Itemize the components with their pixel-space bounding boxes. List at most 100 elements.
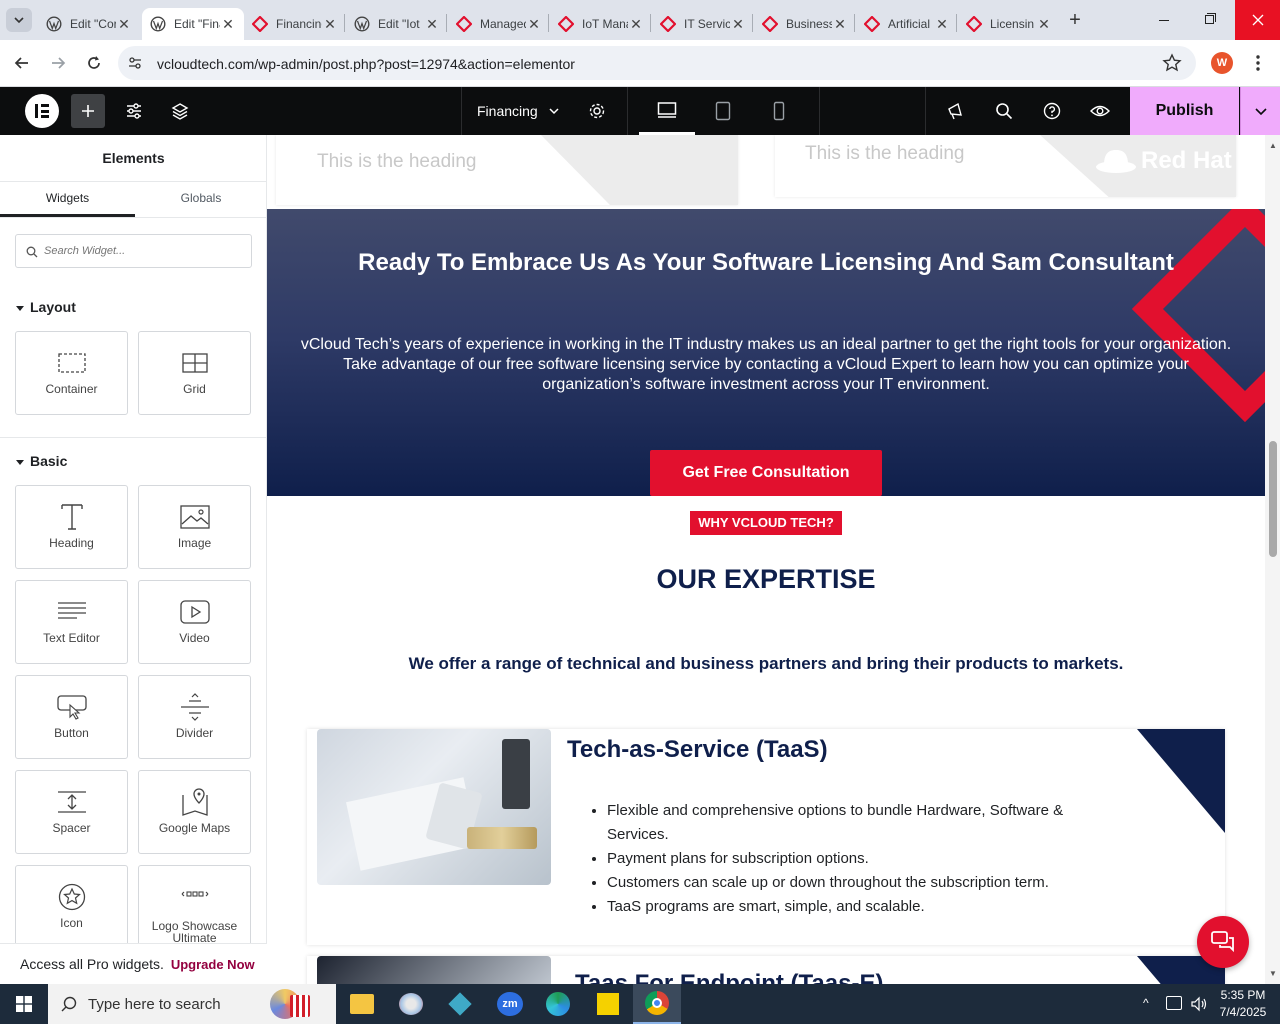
- browser-tab[interactable]: Edit "Iot ✕: [346, 8, 448, 40]
- publish-options-button[interactable]: [1240, 87, 1280, 135]
- desktop-view-button[interactable]: [639, 87, 695, 135]
- start-button[interactable]: [0, 984, 48, 1024]
- browser-tab[interactable]: Business ✕: [754, 8, 856, 40]
- browser-tab[interactable]: Financing✕: [244, 8, 346, 40]
- browser-tab[interactable]: Edit "Fina✕: [142, 8, 244, 40]
- upgrade-now-link[interactable]: Upgrade Now: [171, 957, 255, 972]
- taskbar-app-icon[interactable]: [448, 992, 472, 1016]
- browser-tab[interactable]: Managed ✕: [448, 8, 550, 40]
- card-corner-decoration: [1137, 729, 1225, 833]
- close-tab-icon[interactable]: ✕: [1036, 16, 1052, 33]
- reload-button[interactable]: [84, 53, 104, 73]
- widget-heading[interactable]: Heading: [15, 485, 128, 569]
- star-icon: [58, 883, 85, 911]
- layout-section-toggle[interactable]: Layout: [16, 299, 76, 315]
- minimize-button[interactable]: [1150, 8, 1178, 32]
- back-button[interactable]: [12, 53, 32, 73]
- restore-button[interactable]: [1196, 8, 1224, 32]
- page-name-dropdown[interactable]: Financing: [470, 87, 570, 135]
- chat-widget-button[interactable]: [1197, 916, 1249, 968]
- widget-grid[interactable]: Grid: [138, 331, 251, 415]
- heading-icon: [60, 504, 83, 530]
- site-info-icon[interactable]: [127, 55, 143, 71]
- widget-logo-showcase[interactable]: Logo Showcase Ultimate: [138, 865, 251, 949]
- browser-menu-icon[interactable]: [1250, 53, 1266, 73]
- site-settings-button[interactable]: [118, 87, 150, 135]
- elementor-logo-button[interactable]: [24, 87, 60, 135]
- tablet-view-button[interactable]: [695, 87, 751, 135]
- finder-button[interactable]: [988, 87, 1020, 135]
- file-explorer-icon[interactable]: [350, 994, 374, 1014]
- url-text[interactable]: vcloudtech.com/wp-admin/post.php?post=12…: [157, 56, 575, 72]
- volume-icon[interactable]: [1190, 995, 1208, 1013]
- close-tab-icon[interactable]: ✕: [322, 16, 338, 33]
- tab-search-button[interactable]: [6, 8, 32, 32]
- page-settings-button[interactable]: [582, 87, 612, 135]
- canvas-scrollbar[interactable]: ▲ ▼: [1265, 135, 1280, 984]
- preview-button[interactable]: [1084, 87, 1116, 135]
- clock-date[interactable]: 7/4/2025: [1214, 1005, 1272, 1019]
- widget-search-input[interactable]: [44, 241, 244, 261]
- tab-globals[interactable]: Globals: [135, 182, 267, 217]
- search-icon: [61, 996, 77, 1012]
- browser-tab[interactable]: Licensin ✕: [958, 8, 1060, 40]
- scrollbar-thumb[interactable]: [1269, 441, 1277, 557]
- clock-time[interactable]: 5:35 PM: [1214, 988, 1272, 1002]
- widget-label: Logo Showcase Ultimate: [151, 919, 238, 945]
- browser-tab[interactable]: IoT Mana ✕: [550, 8, 652, 40]
- add-element-button[interactable]: [71, 94, 105, 128]
- close-tab-icon[interactable]: ✕: [730, 16, 746, 33]
- finance-photo: [317, 729, 551, 885]
- whats-new-button[interactable]: [940, 87, 972, 135]
- browser-tab[interactable]: IT Servic ✕: [652, 8, 754, 40]
- widget-container[interactable]: Container: [15, 331, 128, 415]
- browser-tab[interactable]: Artificial ✕: [856, 8, 958, 40]
- sticky-notes-icon[interactable]: [597, 993, 619, 1015]
- forward-button[interactable]: [48, 53, 68, 73]
- chrome-taskbar-button[interactable]: [633, 984, 681, 1024]
- wp-icon: [150, 16, 166, 32]
- new-tab-button[interactable]: +: [1064, 9, 1086, 31]
- tab-separator: [752, 14, 753, 32]
- mobile-view-button[interactable]: [751, 87, 807, 135]
- basic-section-toggle[interactable]: Basic: [16, 453, 67, 469]
- close-tab-icon[interactable]: ✕: [934, 16, 950, 33]
- widget-divider[interactable]: Divider: [138, 675, 251, 759]
- widget-image[interactable]: Image: [138, 485, 251, 569]
- close-tab-icon[interactable]: ✕: [116, 16, 132, 33]
- close-tab-icon[interactable]: ✕: [832, 16, 848, 33]
- cta-button-label: Get Free Consultation: [682, 464, 850, 481]
- tray-chevron-icon[interactable]: ^: [1143, 996, 1149, 1010]
- gear-icon: [589, 103, 605, 119]
- widget-spacer[interactable]: Spacer: [15, 770, 128, 854]
- close-tab-icon[interactable]: ✕: [628, 16, 644, 33]
- widget-icon[interactable]: Icon: [15, 865, 128, 949]
- zoom-icon[interactable]: zm: [497, 992, 523, 1016]
- bookmark-star-icon[interactable]: [1162, 53, 1182, 73]
- browser-tab[interactable]: Edit "Cor ✕: [38, 8, 140, 40]
- widget-button[interactable]: Button: [15, 675, 128, 759]
- widget-google-maps[interactable]: Google Maps: [138, 770, 251, 854]
- help-button[interactable]: [1036, 87, 1068, 135]
- close-tab-icon[interactable]: ✕: [424, 16, 440, 33]
- taskbar-search-box[interactable]: Type here to search: [48, 984, 336, 1024]
- edge-icon[interactable]: [546, 992, 570, 1016]
- tab-widgets[interactable]: Widgets: [0, 182, 135, 217]
- widget-video[interactable]: Video: [138, 580, 251, 664]
- close-tab-icon[interactable]: ✕: [220, 16, 236, 33]
- eye-icon: [1090, 105, 1110, 117]
- taskbar-app-icon[interactable]: [399, 993, 423, 1015]
- publish-button[interactable]: Publish: [1130, 87, 1239, 135]
- network-icon[interactable]: [1166, 996, 1182, 1010]
- close-tab-icon[interactable]: ✕: [526, 16, 542, 33]
- profile-avatar[interactable]: W: [1211, 52, 1233, 74]
- close-window-button[interactable]: [1235, 0, 1280, 40]
- widget-text-editor[interactable]: Text Editor: [15, 580, 128, 664]
- widget-label: Text Editor: [43, 631, 100, 645]
- tablet-icon: [715, 101, 731, 121]
- widget-label: Icon: [60, 916, 83, 930]
- tab-title: Edit "Fina: [174, 17, 220, 31]
- structure-button[interactable]: [164, 87, 196, 135]
- carousel-icon: [181, 891, 208, 897]
- get-free-consultation-button[interactable]: Get Free Consultation: [650, 450, 882, 496]
